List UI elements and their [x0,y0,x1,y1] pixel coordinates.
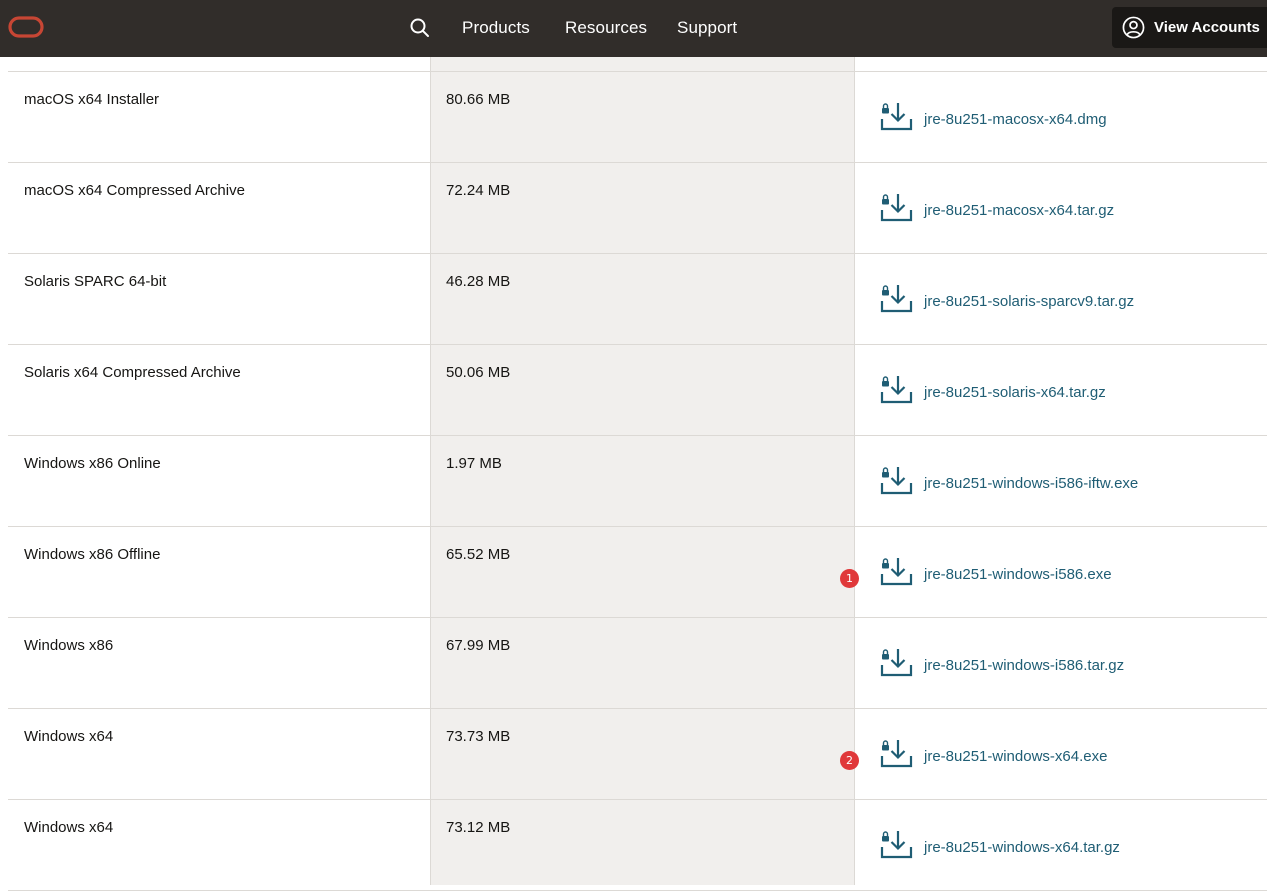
product-name: Windows x86 Online [24,455,161,472]
top-navigation-bar: Products Resources Support View Accounts [0,0,1267,57]
download-lock-icon [880,103,913,131]
table-row: macOS x64 Installer 80.66 MB jre-8u251-mac… [8,72,1267,163]
user-circle-icon [1122,16,1145,39]
download-filename: jre-8u251-solaris-x64.tar.gz [924,384,1106,401]
step-number-badge: 2 [840,751,859,770]
product-name: Solaris SPARC 64-bit [24,273,167,290]
file-size: 50.06 MB [446,364,511,381]
file-size: 80.66 MB [446,91,511,108]
download-filename: jre-8u251-windows-i586.tar.gz [924,657,1125,674]
table-row: Windows x86 Online 1.97 MB jre-8u251-windo… [8,436,1267,527]
search-icon[interactable] [408,16,432,40]
table-row: Windows x64 73.12 MB jre-8u251-windows-x64… [8,800,1267,891]
download-lock-icon [880,649,913,677]
download-lock-icon [880,194,913,222]
file-size: 46.28 MB [446,273,511,290]
download-lock-icon [880,831,913,859]
product-name: Windows x86 [24,637,114,654]
download-table: macOS x64 Installer 80.66 MB jre-8u251-mac… [8,57,1267,891]
download-filename: jre-8u251-solaris-sparcv9.tar.gz [924,293,1135,310]
product-name: Windows x64 [24,728,114,745]
nav-support[interactable]: Support [677,17,737,39]
table-row: macOS x64 Compressed Archive 72.24 MB jre-… [8,163,1267,254]
product-name: macOS x64 Installer [24,91,160,108]
download-lock-icon [880,467,913,495]
file-size: 67.99 MB [446,637,511,654]
download-filename: jre-8u251-macosx-x64.tar.gz [924,202,1115,219]
table-row: Solaris x64 Compressed Archive 50.06 MB jr… [8,345,1267,436]
table-row: Windows x86 67.99 MB jre-8u251-windows-i58… [8,618,1267,709]
step-number-badge: 1 [840,569,859,588]
nav-resources[interactable]: Resources [565,17,647,39]
oracle-logo-icon[interactable] [8,16,44,38]
download-filename: jre-8u251-windows-i586.exe [924,566,1112,583]
view-accounts-label: View Accounts [1154,19,1260,36]
table-row: Windows x64 73.73 MB jre-8u251-windows-x64… [8,709,1267,800]
download-filename: jre-8u251-windows-i586-iftw.exe [924,475,1139,492]
product-name: macOS x64 Compressed Archive [24,182,245,199]
table-row: Windows x86 Offline 65.52 MB jre-8u251-win… [8,527,1267,618]
file-size: 73.12 MB [446,819,511,836]
nav-products[interactable]: Products [462,17,530,39]
download-filename: jre-8u251-windows-x64.tar.gz [924,839,1120,856]
file-size: 73.73 MB [446,728,511,745]
download-lock-icon [880,376,913,404]
download-lock-icon [880,285,913,313]
file-size: 1.97 MB [446,455,502,472]
table-top-spacer [8,57,1267,72]
file-size: 72.24 MB [446,182,511,199]
product-name: Solaris x64 Compressed Archive [24,364,241,381]
view-accounts-button[interactable]: View Accounts [1112,7,1267,48]
table-row: Solaris SPARC 64-bit 46.28 MB jre-8u251-so… [8,254,1267,345]
download-filename: jre-8u251-windows-x64.exe [924,748,1108,765]
download-filename: jre-8u251-macosx-x64.dmg [924,111,1107,128]
product-name: Windows x64 [24,819,114,836]
download-lock-icon [880,740,913,768]
product-name: Windows x86 Offline [24,546,161,563]
file-size: 65.52 MB [446,546,511,563]
download-lock-icon [880,558,913,586]
